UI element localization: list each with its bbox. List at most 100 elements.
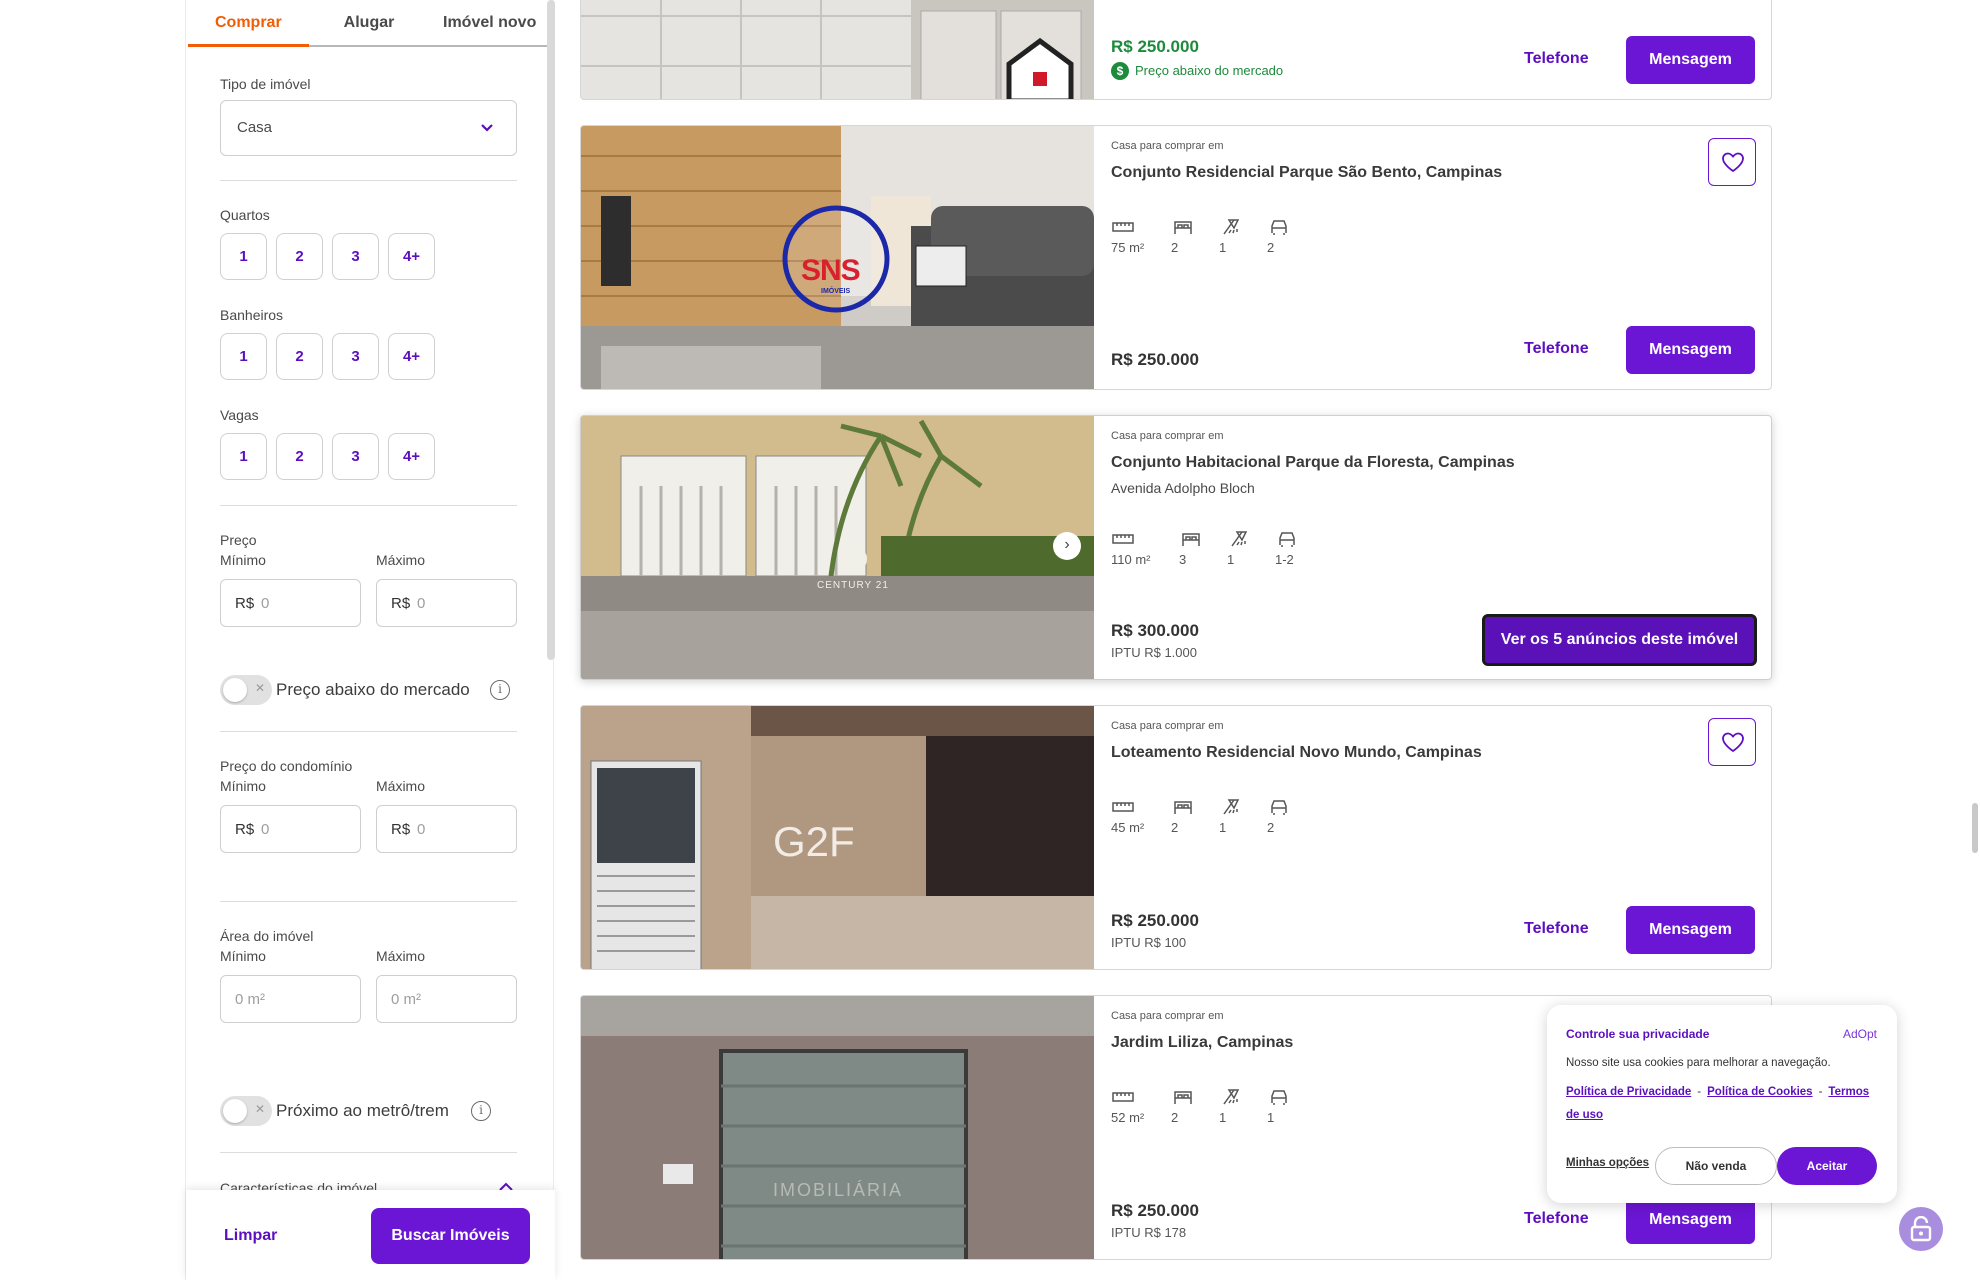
area-max-input[interactable]: 0 m² bbox=[376, 975, 517, 1023]
privacy-policy-link[interactable]: Política de Privacidade bbox=[1566, 1086, 1691, 1098]
favorite-button[interactable] bbox=[1708, 718, 1756, 766]
quartos-chip-2[interactable]: 2 bbox=[276, 233, 323, 280]
listing-title[interactable]: Conjunto Habitacional Parque da Floresta… bbox=[1111, 454, 1515, 472]
area-max-label: Máximo bbox=[376, 948, 426, 964]
limpar-button[interactable]: Limpar bbox=[224, 1227, 277, 1245]
quartos-chip-4plus[interactable]: 4+ bbox=[388, 233, 435, 280]
listing-card[interactable]: G2F Casa para comprar em Loteamento Resi… bbox=[580, 705, 1772, 970]
tab-imovel-novo[interactable]: Imóvel novo bbox=[429, 0, 550, 45]
photo-next-button[interactable]: › bbox=[1053, 532, 1081, 560]
telefone-button[interactable]: Telefone bbox=[1524, 340, 1589, 358]
car-icon bbox=[1279, 532, 1295, 547]
feature-parking-value: 1-2 bbox=[1275, 552, 1294, 567]
tab-alugar[interactable]: Alugar bbox=[309, 0, 430, 45]
banheiros-chip-4plus[interactable]: 4+ bbox=[388, 333, 435, 380]
quartos-chip-1[interactable]: 1 bbox=[220, 233, 267, 280]
cookie-policy-link[interactable]: Política de Cookies bbox=[1707, 1086, 1812, 1098]
feature-parking: 1-2 bbox=[1275, 528, 1335, 567]
bed-icon bbox=[1174, 221, 1192, 234]
banheiros-label: Banheiros bbox=[220, 307, 284, 323]
ruler-icon bbox=[1112, 1092, 1134, 1102]
feature-area: 110 m² bbox=[1111, 528, 1171, 567]
divider bbox=[220, 731, 517, 732]
lock-icon bbox=[1910, 1216, 1932, 1242]
preco-max-label: Máximo bbox=[376, 552, 426, 568]
page: Comprar Alugar Imóvel novo Tipo de imóve… bbox=[0, 0, 1980, 1280]
listing-photo[interactable]: 21 CENTURY 21 › bbox=[581, 416, 1094, 679]
shower-icon bbox=[1223, 1089, 1240, 1105]
privacy-settings-button[interactable] bbox=[1899, 1207, 1943, 1251]
listing-title[interactable]: Conjunto Residencial Parque São Bento, C… bbox=[1111, 164, 1502, 182]
cookie-options-link[interactable]: Minhas opções bbox=[1566, 1157, 1649, 1169]
listing-photo[interactable]: G2F bbox=[581, 706, 1094, 969]
condominio-min-input[interactable]: R$ 0 bbox=[220, 805, 361, 853]
page-scrollbar[interactable] bbox=[1972, 803, 1978, 853]
listing-photo[interactable]: SNS IMÓVEIS bbox=[581, 126, 1094, 389]
condominio-max-input[interactable]: R$ 0 bbox=[376, 805, 517, 853]
info-icon[interactable]: i bbox=[471, 1101, 491, 1121]
condominio-max-placeholder: 0 bbox=[417, 821, 426, 838]
preco-min-placeholder: 0 bbox=[261, 595, 270, 612]
listing-kind: Casa para comprar em bbox=[1111, 430, 1224, 442]
listing-card[interactable]: 21 CENTURY 21 › Casa para comprar em Con… bbox=[580, 415, 1772, 680]
bed-icon bbox=[1174, 1091, 1192, 1104]
banheiros-chip-2[interactable]: 2 bbox=[276, 333, 323, 380]
listing-card[interactable]: SNS IMÓVEIS Casa para comprar em Conjunt… bbox=[580, 125, 1772, 390]
favorite-button[interactable] bbox=[1708, 138, 1756, 186]
tab-comprar[interactable]: Comprar bbox=[188, 0, 309, 47]
listing-title[interactable]: Jardim Liliza, Campinas bbox=[1111, 1034, 1293, 1052]
telefone-button[interactable]: Telefone bbox=[1524, 920, 1589, 938]
telefone-button[interactable]: Telefone bbox=[1524, 50, 1589, 68]
area-min-input[interactable]: 0 m² bbox=[220, 975, 361, 1023]
preco-max-input[interactable]: R$ 0 bbox=[376, 579, 517, 627]
info-icon[interactable]: i bbox=[490, 680, 510, 700]
banheiros-chip-1[interactable]: 1 bbox=[220, 333, 267, 380]
banheiros-chip-3[interactable]: 3 bbox=[332, 333, 379, 380]
quartos-chip-3[interactable]: 3 bbox=[332, 233, 379, 280]
tipo-imovel-select[interactable]: Casa bbox=[220, 100, 517, 156]
metro-toggle[interactable]: ✕ bbox=[220, 1096, 272, 1126]
aceitar-button[interactable]: Aceitar bbox=[1777, 1147, 1877, 1185]
listing-street: Avenida Adolpho Bloch bbox=[1111, 480, 1255, 496]
nao-venda-button[interactable]: Não venda bbox=[1655, 1147, 1777, 1185]
divider bbox=[220, 180, 517, 181]
dollar-icon: $ bbox=[1111, 62, 1129, 80]
abaixo-mercado-toggle[interactable]: ✕ bbox=[220, 675, 272, 705]
adopt-brand: AdOpt bbox=[1842, 1027, 1877, 1041]
mensagem-button[interactable]: Mensagem bbox=[1626, 326, 1755, 374]
preco-min-input[interactable]: R$ 0 bbox=[220, 579, 361, 627]
listing-price: R$ 250.000 bbox=[1111, 350, 1199, 369]
mensagem-button[interactable]: Mensagem bbox=[1626, 36, 1755, 84]
listing-price: R$ 250.000 bbox=[1111, 911, 1199, 930]
mensagem-button[interactable]: Mensagem bbox=[1626, 1196, 1755, 1244]
telefone-button[interactable]: Telefone bbox=[1524, 1210, 1589, 1228]
vagas-chip-4plus[interactable]: 4+ bbox=[388, 433, 435, 480]
feature-area: 75 m² bbox=[1111, 216, 1171, 255]
sidebar-scrollbar[interactable] bbox=[547, 0, 555, 660]
vagas-chip-3[interactable]: 3 bbox=[332, 433, 379, 480]
buscar-imoveis-button[interactable]: Buscar Imóveis bbox=[371, 1208, 530, 1264]
preco-label: Preço bbox=[220, 532, 257, 548]
listing-card[interactable]: R$ 250.000 $ Preço abaixo do mercado Tel… bbox=[580, 0, 1772, 100]
feature-parking: 1 bbox=[1267, 1086, 1327, 1125]
ruler-icon bbox=[1112, 222, 1134, 232]
condominio-min-placeholder: 0 bbox=[261, 821, 270, 838]
filter-actions-bar: Limpar Buscar Imóveis bbox=[186, 1190, 555, 1280]
ver-anuncios-button[interactable]: Ver os 5 anúncios deste imóvel bbox=[1482, 614, 1757, 666]
condominio-label: Preço do condomínio bbox=[220, 758, 353, 774]
vagas-chip-2[interactable]: 2 bbox=[276, 433, 323, 480]
currency-prefix: R$ bbox=[391, 821, 411, 838]
mensagem-button[interactable]: Mensagem bbox=[1626, 906, 1755, 954]
search-tabs: Comprar Alugar Imóvel novo bbox=[188, 0, 550, 47]
shower-icon bbox=[1223, 219, 1240, 235]
car-icon bbox=[1271, 1090, 1287, 1105]
listing-title[interactable]: Loteamento Residencial Novo Mundo, Campi… bbox=[1111, 744, 1482, 762]
cookie-links: Política de Privacidade - Política de Cook… bbox=[1566, 1086, 1870, 1121]
century21-logo-number: 21 bbox=[845, 552, 858, 564]
century21-logo-text: CENTURY 21 bbox=[817, 580, 889, 591]
listing-photo[interactable] bbox=[581, 0, 1094, 99]
toggle-knob bbox=[223, 678, 247, 702]
listing-photo[interactable]: IMOBILIÁRIA bbox=[581, 996, 1094, 1259]
toggle-off-icon: ✕ bbox=[254, 681, 265, 695]
vagas-chip-1[interactable]: 1 bbox=[220, 433, 267, 480]
